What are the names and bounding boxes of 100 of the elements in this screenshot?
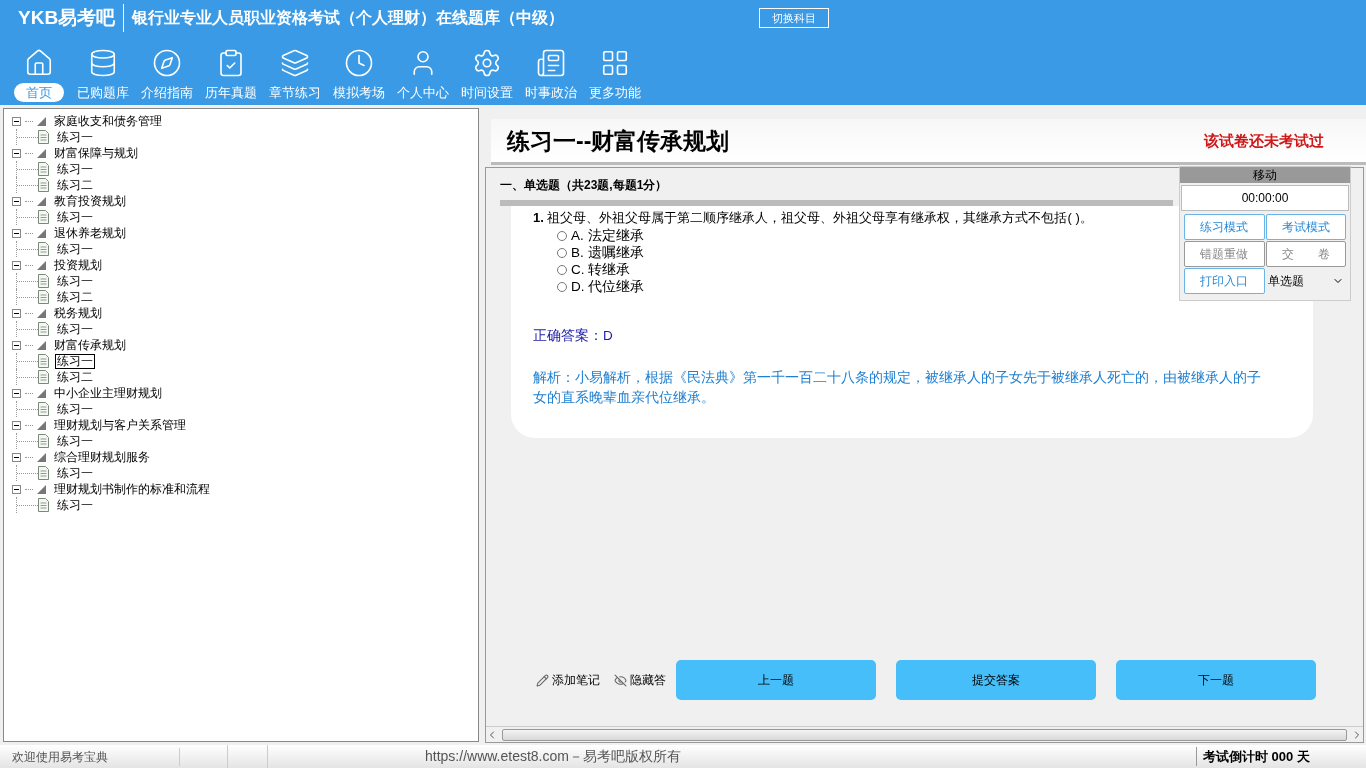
tree-item[interactable]: 练习一 xyxy=(55,322,95,336)
tree-item[interactable]: 练习一 xyxy=(55,434,95,448)
tree-item[interactable]: 练习一 xyxy=(55,242,95,256)
tree-item[interactable]: 理财规划与客户关系管理 xyxy=(54,416,186,434)
triangle-icon xyxy=(37,452,46,462)
option-text: A. 法定继承 xyxy=(571,226,644,245)
tree-item[interactable]: 练习一 xyxy=(55,498,95,512)
tree-item[interactable]: 中小企业主理财规划 xyxy=(54,384,162,402)
nav-button[interactable]: 下一题 xyxy=(1116,660,1316,700)
tree-item[interactable]: 练习一 xyxy=(55,466,95,480)
collapse-toggle[interactable] xyxy=(12,340,21,350)
document-icon xyxy=(38,498,49,512)
radio-button[interactable] xyxy=(557,282,567,292)
document-icon xyxy=(38,434,49,448)
collapse-toggle[interactable] xyxy=(12,148,21,158)
tree-item[interactable]: 财富保障与规划 xyxy=(54,144,138,162)
paper-title: 练习一--财富传承规划 xyxy=(507,126,730,156)
radio-button[interactable] xyxy=(557,248,567,258)
settings-icon xyxy=(472,48,502,78)
tree-item[interactable]: 练习一 xyxy=(55,130,95,144)
triangle-icon xyxy=(37,308,46,318)
collapse-toggle[interactable] xyxy=(12,116,21,126)
document-icon xyxy=(38,162,49,176)
nav-button[interactable]: 上一题 xyxy=(676,660,876,700)
add-note-button[interactable]: 添加笔记 xyxy=(536,671,600,689)
option-text: B. 遗嘱继承 xyxy=(571,243,644,262)
welcome-text: 欢迎使用易考宝典 xyxy=(0,747,180,766)
triangle-icon xyxy=(37,148,46,158)
triangle-icon xyxy=(37,116,46,126)
newspaper-icon xyxy=(536,48,566,78)
triangle-icon xyxy=(37,228,46,238)
document-icon xyxy=(38,466,49,480)
triangle-icon xyxy=(37,196,46,206)
document-icon xyxy=(38,322,49,336)
collapse-toggle[interactable] xyxy=(12,196,21,206)
question-text: 1. 祖父母、外祖父母属于第二顺序继承人，祖父母、外祖父母享有继承权，其继承方式不包括( )。 xyxy=(533,209,1093,227)
tree-item[interactable]: 练习一 xyxy=(55,353,95,369)
document-icon xyxy=(38,402,49,416)
clock-icon xyxy=(344,48,374,78)
app-title: 银行业专业人员职业资格考试（个人理财）在线题库（中级） xyxy=(130,8,566,28)
nav-button[interactable]: 提交答案 xyxy=(896,660,1096,700)
radio-button[interactable] xyxy=(557,265,567,275)
hide-answer-button[interactable]: 隐藏答 xyxy=(614,671,666,689)
tree-item[interactable]: 家庭收支和债务管理 xyxy=(54,112,162,130)
collapse-toggle[interactable] xyxy=(12,484,21,494)
tree-item[interactable]: 投资规划 xyxy=(54,256,102,274)
pencil-icon xyxy=(536,673,549,687)
panel-header[interactable]: 移动 xyxy=(1180,167,1350,183)
grid-icon xyxy=(600,48,630,78)
tree-item[interactable]: 练习一 xyxy=(55,402,95,416)
radio-button[interactable] xyxy=(557,231,567,241)
tree-item[interactable]: 税务规划 xyxy=(54,304,102,322)
document-icon xyxy=(38,242,49,256)
document-icon xyxy=(38,130,49,144)
tree-item[interactable]: 退休养老规划 xyxy=(54,224,126,242)
timer-display: 00:00:00 xyxy=(1181,185,1349,211)
tree-item[interactable]: 综合理财规划服务 xyxy=(54,448,150,466)
document-icon xyxy=(38,210,49,224)
logo: YKB易考吧 xyxy=(18,3,125,33)
panel-button[interactable]: 考试模式 xyxy=(1265,214,1346,240)
layers-icon xyxy=(280,48,310,78)
home-icon xyxy=(24,48,54,78)
document-icon xyxy=(38,274,49,288)
collapse-toggle[interactable] xyxy=(12,308,21,318)
panel-button[interactable]: 打印入口 xyxy=(1184,268,1265,294)
collapse-toggle[interactable] xyxy=(12,228,21,238)
document-icon xyxy=(38,354,49,368)
triangle-icon xyxy=(37,388,46,398)
tree-item[interactable]: 练习一 xyxy=(55,162,95,176)
tree-item[interactable]: 练习一 xyxy=(55,210,95,224)
tree-item[interactable]: 财富传承规划 xyxy=(54,336,126,354)
tree-item[interactable]: 练习二 xyxy=(55,290,95,304)
document-icon xyxy=(38,178,49,192)
tree-item[interactable]: 理财规划书制作的标准和流程 xyxy=(54,480,210,498)
triangle-icon xyxy=(37,340,46,350)
collapse-toggle[interactable] xyxy=(12,452,21,462)
document-icon xyxy=(38,370,49,384)
section-heading: 一、单选题（共23题,每题1分） xyxy=(500,177,669,194)
exam-status: 该试卷还未考试过 xyxy=(1204,130,1324,151)
collapse-toggle[interactable] xyxy=(12,260,21,270)
tree-item[interactable]: 练习一 xyxy=(55,274,95,288)
collapse-toggle[interactable] xyxy=(12,420,21,430)
copyright-text: https://www.etest8.com－易考吧版权所有 xyxy=(425,747,681,766)
tree-item[interactable]: 练习二 xyxy=(55,370,95,384)
horizontal-scrollbar[interactable] xyxy=(486,726,1363,742)
exam-countdown: 考试倒计时 000 天 xyxy=(1196,746,1366,767)
triangle-icon xyxy=(37,484,46,494)
document-icon xyxy=(38,290,49,304)
analysis-text: 解析：小易解析，根据《民法典》第一千一百二十八条的规定，被继承人的子女先于被继承人死亡的，由被继承人的子女的直系晚辈血亲代位继承。 xyxy=(533,368,1262,407)
question-type-select[interactable]: 单选题 xyxy=(1265,268,1346,294)
tree-item[interactable]: 练习二 xyxy=(55,178,95,192)
correct-answer: 正确答案：D xyxy=(533,326,614,345)
compass-icon xyxy=(152,48,182,78)
collapse-toggle[interactable] xyxy=(12,388,21,398)
option-text: C. 转继承 xyxy=(571,260,631,279)
tree-item[interactable]: 教育投资规划 xyxy=(54,192,126,210)
option-text: D. 代位继承 xyxy=(571,277,645,296)
triangle-icon xyxy=(37,260,46,270)
panel-button[interactable]: 练习模式 xyxy=(1184,214,1265,240)
eye-off-icon xyxy=(614,673,627,687)
